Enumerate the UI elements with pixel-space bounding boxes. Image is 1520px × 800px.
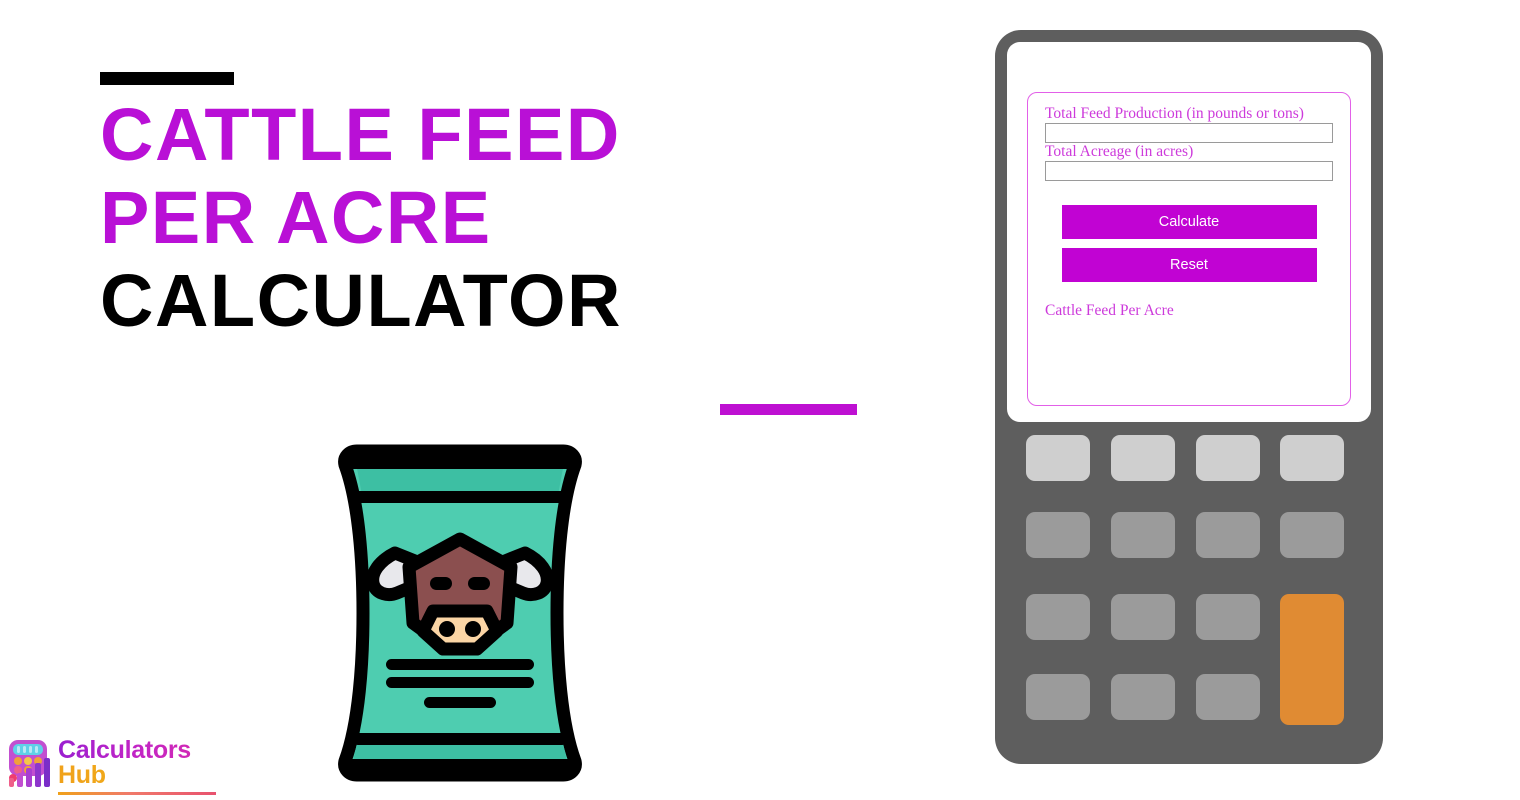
keypad-key-r1c1[interactable]	[1026, 435, 1090, 481]
equals-key[interactable]	[1280, 594, 1344, 725]
cow-eye-right	[468, 577, 490, 590]
logo-underline	[58, 792, 216, 795]
keypad-key-r3c3[interactable]	[1196, 594, 1260, 640]
total-feed-production-input[interactable]	[1045, 123, 1333, 143]
cow-muzzle	[416, 604, 504, 656]
result-label: Cattle Feed Per Acre	[1045, 302, 1174, 319]
cow-nostril-right	[465, 621, 481, 637]
keypad-key-r2c2[interactable]	[1111, 512, 1175, 558]
title-accent-bar-bottom	[720, 404, 857, 415]
logo-word-hub: Hub	[58, 763, 218, 788]
title-accent-bar-top	[100, 72, 234, 85]
keypad-key-r1c3[interactable]	[1196, 435, 1260, 481]
total-acreage-label: Total Acreage (in acres)	[1045, 143, 1194, 160]
total-acreage-input[interactable]	[1045, 161, 1333, 181]
calculator-keypad	[1026, 435, 1356, 745]
keypad-key-r4c1[interactable]	[1026, 674, 1090, 720]
page-title-line-3: Calculator	[100, 258, 622, 342]
calculator-bars-logo-icon	[9, 740, 50, 787]
keypad-key-r4c3[interactable]	[1196, 674, 1260, 720]
bag-label-line-3	[424, 697, 496, 708]
cow-eye-left	[430, 577, 452, 590]
bag-label-line-1	[386, 659, 534, 670]
keypad-key-r3c1[interactable]	[1026, 594, 1090, 640]
keypad-key-r4c2[interactable]	[1111, 674, 1175, 720]
cattle-feed-bag-illustration	[338, 444, 582, 782]
cattle-feed-calculator-form: Total Feed Production (in pounds or tons…	[1027, 92, 1351, 406]
logo-word-calculators: Calculators	[58, 738, 218, 763]
calculator-device: Total Feed Production (in pounds or tons…	[995, 30, 1383, 764]
keypad-key-r2c4[interactable]	[1280, 512, 1344, 558]
keypad-key-r3c2[interactable]	[1111, 594, 1175, 640]
logo-wordmark: Calculators Hub	[58, 738, 218, 788]
keypad-key-r1c2[interactable]	[1111, 435, 1175, 481]
page-title: Cattle Feed Per Acre Calculator	[100, 72, 900, 342]
keypad-key-r1c4[interactable]	[1280, 435, 1344, 481]
keypad-key-r2c1[interactable]	[1026, 512, 1090, 558]
bag-label-line-2	[386, 677, 534, 688]
cow-nostril-left	[439, 621, 455, 637]
keypad-key-r2c3[interactable]	[1196, 512, 1260, 558]
calculators-hub-logo[interactable]: Calculators Hub	[4, 738, 219, 796]
calculator-screen: Total Feed Production (in pounds or tons…	[1007, 42, 1371, 422]
calculate-button[interactable]: Calculate	[1061, 205, 1317, 239]
page-title-line-1: Cattle Feed	[100, 93, 621, 176]
page-title-line-2: Per Acre	[100, 175, 492, 259]
hero-panel: Cattle Feed Per Acre Calculator	[0, 0, 950, 800]
total-feed-production-label: Total Feed Production (in pounds or tons…	[1045, 105, 1304, 122]
reset-button[interactable]: Reset	[1061, 248, 1317, 282]
